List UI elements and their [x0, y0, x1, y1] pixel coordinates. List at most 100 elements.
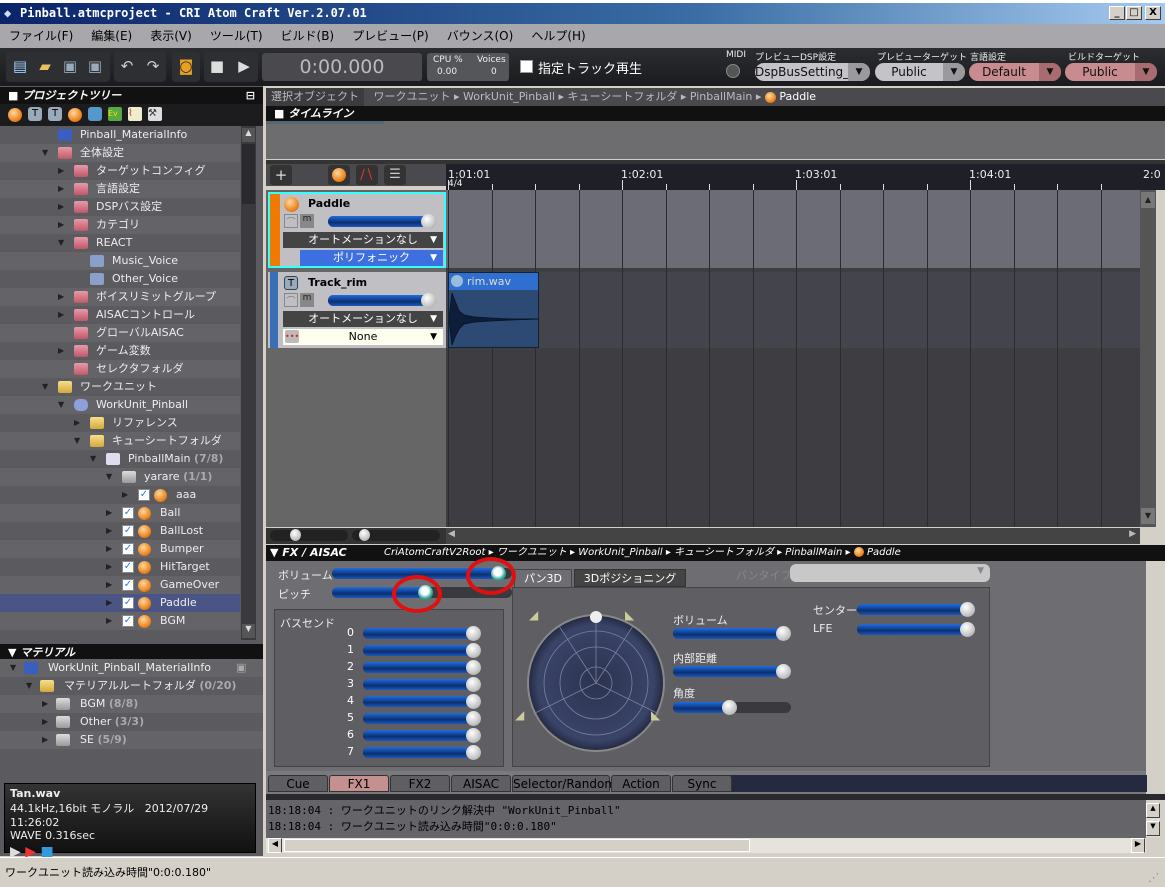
- expand-arrow-down-icon[interactable]: ▼: [90, 450, 96, 468]
- checkbox[interactable]: ✓: [122, 597, 134, 609]
- new-project-icon[interactable]: ▤: [10, 56, 30, 76]
- tree-item[interactable]: ▶ ✓ BGM: [0, 612, 240, 630]
- sub-cue-icon[interactable]: [68, 108, 82, 122]
- tree-item[interactable]: ▼ ワークユニット: [0, 378, 240, 396]
- log-hscrollbar[interactable]: ◀ ▶: [266, 838, 1146, 853]
- expand-arrow-right-icon[interactable]: ▶: [106, 504, 112, 522]
- checkbox[interactable]: ✓: [122, 525, 134, 537]
- tree-item[interactable]: ▶ 言語設定: [0, 180, 240, 198]
- expand-arrow-right-icon[interactable]: ▶: [58, 216, 64, 234]
- checkbox[interactable]: ✓: [122, 561, 134, 573]
- tree-item[interactable]: ▼ WorkUnit_Pinball: [0, 396, 240, 414]
- bus-send-slider[interactable]: [363, 728, 481, 743]
- tree-item[interactable]: ▼ キューシートフォルダ: [0, 432, 240, 450]
- tree-item[interactable]: ▼ 全体設定: [0, 144, 240, 162]
- play-icon[interactable]: ▶: [234, 56, 254, 76]
- scroll-right-icon[interactable]: ▶: [1131, 838, 1145, 853]
- tree-item[interactable]: ▶ ✓ HitTarget: [0, 558, 240, 576]
- tree-item[interactable]: Pinball_MaterialInfo: [0, 126, 240, 144]
- scroll-left-icon[interactable]: ◀: [268, 838, 282, 853]
- undo-icon[interactable]: ↶: [117, 56, 137, 76]
- scroll-down-icon[interactable]: ▼: [1146, 821, 1160, 836]
- save-icon[interactable]: ▣: [236, 659, 246, 677]
- expand-arrow-down-icon[interactable]: ▼: [42, 144, 48, 162]
- material-item[interactable]: ▶ BGM (8/8): [0, 695, 263, 713]
- track-volume-slider[interactable]: [328, 293, 436, 308]
- mute-icon[interactable]: m: [300, 293, 314, 307]
- tree-item[interactable]: ▶ ボイスリミットグループ: [0, 288, 240, 306]
- angle-slider[interactable]: [673, 700, 791, 715]
- tree-item[interactable]: ▶ ✓ Ball: [0, 504, 240, 522]
- bus-send-slider[interactable]: [363, 694, 481, 709]
- tree-item[interactable]: グローバルAISAC: [0, 324, 240, 342]
- inner-distance-slider[interactable]: [673, 664, 791, 679]
- tree-item[interactable]: ▶ ✓ BallLost: [0, 522, 240, 540]
- mode-dropdown[interactable]: ••• None ▼: [283, 329, 443, 345]
- save-icon[interactable]: ▣: [85, 56, 105, 76]
- project-tree-scrollbar[interactable]: ▲ ▼: [241, 126, 256, 640]
- slider-knob[interactable]: [960, 602, 975, 617]
- slider-knob[interactable]: [721, 700, 737, 715]
- slider-knob[interactable]: [960, 622, 975, 637]
- menu-preview[interactable]: プレビュー(P): [343, 24, 438, 48]
- expand-arrow-right-icon[interactable]: ▶: [42, 713, 48, 731]
- lfe-slider[interactable]: [857, 622, 975, 637]
- track-volume-slider[interactable]: [328, 214, 436, 229]
- menu-file[interactable]: ファイル(F): [0, 24, 82, 48]
- automation-dropdown[interactable]: オートメーションなし ▼: [283, 311, 443, 327]
- tab-aisac[interactable]: AISAC: [451, 775, 511, 792]
- slider-knob[interactable]: [421, 214, 436, 229]
- expand-arrow-right-icon[interactable]: ▶: [106, 576, 112, 594]
- material-item[interactable]: ▶ Other (3/3): [0, 713, 263, 731]
- tab-selector-random[interactable]: Selector/Random: [512, 775, 616, 792]
- expand-arrow-right-icon[interactable]: ▶: [58, 288, 64, 306]
- plugin-icon[interactable]: ⚒: [148, 107, 162, 121]
- maximize-button[interactable]: □: [1126, 6, 1142, 20]
- track-paddle[interactable]: Paddle ⌒ m オートメーションなし ▼ ポリフォニック ▼: [268, 192, 446, 268]
- expand-arrow-right-icon[interactable]: ▶: [122, 486, 128, 504]
- expand-arrow-down-icon[interactable]: ▼: [58, 396, 64, 414]
- timeline-ruler[interactable]: 1:01:01 1:02:01 1:03:01 1:04:01 2:0 4/4: [446, 164, 1165, 190]
- zoom-slider[interactable]: [270, 529, 348, 541]
- center-slider[interactable]: [857, 602, 975, 617]
- menu-view[interactable]: 表示(V): [141, 24, 201, 48]
- checkbox[interactable]: ✓: [122, 507, 134, 519]
- tab-cue[interactable]: Cue: [268, 775, 328, 792]
- track-event-icon[interactable]: T: [48, 107, 62, 121]
- checkbox[interactable]: ✓: [122, 615, 134, 627]
- tree-item[interactable]: ▼ PinballMain (7/8): [0, 450, 240, 468]
- tree-item[interactable]: ▼ yarare (1/1): [0, 468, 240, 486]
- stop-icon[interactable]: ■: [207, 56, 227, 76]
- track-play-checkbox[interactable]: [520, 60, 533, 73]
- checkbox[interactable]: ✓: [122, 579, 134, 591]
- expand-arrow-right-icon[interactable]: ▶: [58, 162, 64, 180]
- expand-arrow-right-icon[interactable]: ▶: [58, 306, 64, 324]
- material-item[interactable]: ▼ マテリアルルートフォルダ (0/20): [0, 677, 263, 695]
- tree-item[interactable]: ▶ DSPバス設定: [0, 198, 240, 216]
- cue-mode-button[interactable]: [328, 165, 350, 185]
- record-cue-icon[interactable]: ◙: [176, 56, 196, 76]
- expand-arrow-down-icon[interactable]: ▼: [74, 432, 80, 450]
- preview-target-dropdown[interactable]: Public ▼: [875, 63, 965, 81]
- event-icon[interactable]: Ev: [108, 107, 122, 121]
- track-lane-rim[interactable]: [446, 272, 1140, 348]
- expand-arrow-right-icon[interactable]: ▶: [106, 522, 112, 540]
- overview-range[interactable]: [266, 121, 384, 124]
- expand-arrow-right-icon[interactable]: ▶: [106, 540, 112, 558]
- expand-arrow-right-icon[interactable]: ▶: [42, 731, 48, 749]
- scroll-left-icon[interactable]: ◀: [448, 529, 455, 539]
- timeline-grid[interactable]: [446, 190, 1140, 527]
- breadcrumb-item[interactable]: WorkUnit_Pinball: [463, 90, 555, 103]
- height-slider[interactable]: [352, 529, 440, 541]
- menu-build[interactable]: ビルド(B): [272, 24, 344, 48]
- track-rim[interactable]: T Track_rim ⌒ m オートメーションなし ▼ ••• None ▼: [268, 272, 446, 348]
- scroll-up-icon[interactable]: ▲: [1146, 803, 1160, 818]
- scroll-down-icon[interactable]: ▼: [1141, 508, 1155, 524]
- build-target-dropdown[interactable]: Public ▼: [1065, 63, 1157, 81]
- save-new-icon[interactable]: ▣: [60, 56, 80, 76]
- expand-arrow-down-icon[interactable]: ▼: [26, 677, 32, 695]
- close-button[interactable]: X: [1145, 6, 1161, 20]
- pan-circle[interactable]: [523, 610, 669, 756]
- pan-type-dropdown[interactable]: ▼: [790, 564, 990, 582]
- scroll-right-icon[interactable]: ▶: [1129, 529, 1136, 539]
